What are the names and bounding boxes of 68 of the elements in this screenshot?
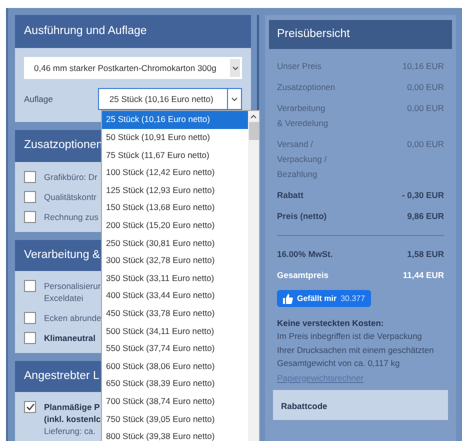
option-label: Grafikbüro: Dr [44, 170, 98, 182]
checkbox[interactable] [24, 332, 36, 344]
option-label: (inkl. kostenlc [44, 413, 101, 425]
dropdown-option[interactable]: 650 Stück (38,39 Euro netto) [102, 374, 248, 392]
info-title: Keine versteckten Kosten: [277, 317, 385, 330]
scrollbar-thumb[interactable] [248, 122, 258, 140]
price-value: 0,00 EUR [407, 102, 444, 116]
chevron-up-icon [250, 114, 257, 119]
dropdown-option[interactable]: 500 Stück (34,11 Euro netto) [102, 322, 248, 340]
price-value: 0,00 EUR [407, 81, 444, 94]
price-label: Gesamtpreis [277, 269, 328, 282]
price-label: Bezahlung [277, 168, 318, 182]
delivery-note: Lieferung: ca. [44, 425, 96, 437]
option-label: Ecken abrunde [44, 312, 102, 324]
checkbox[interactable] [24, 190, 36, 202]
checkbox[interactable] [24, 401, 36, 413]
dropdown-option[interactable]: 700 Stück (38,74 Euro netto) [102, 392, 248, 410]
checkbox[interactable] [24, 170, 36, 182]
section-header: Preisübersicht [269, 20, 452, 50]
option-label: Personalisierur [44, 280, 101, 292]
option-label: Qualitätskontr [44, 190, 96, 202]
price-value: - 0,30 EUR [402, 189, 444, 202]
option-label: Rechnung zus [44, 210, 98, 222]
price-value: 9,86 EUR [407, 210, 444, 224]
price-label: Rabatt [277, 189, 304, 202]
chevron-down-icon [231, 96, 238, 102]
price-value: 0,00 EUR [407, 138, 444, 152]
dropdown-option[interactable]: 50 Stück (10,91 Euro netto) [102, 128, 248, 146]
dropdown-option[interactable]: 125 Stück (12,93 Euro netto) [102, 181, 248, 199]
dropdown-option[interactable]: 750 Stück (39,05 Euro netto) [102, 410, 248, 428]
price-label: 16.00% MwSt. [277, 248, 333, 262]
price-label: Versand / [277, 138, 314, 152]
option-label: Klimaneutral [44, 332, 96, 344]
dropdown-option[interactable]: 100 Stück (12,42 Euro netto) [102, 164, 248, 182]
price-label: Verpackung / [277, 153, 327, 166]
dropdown-option[interactable]: 300 Stück (32,78 Euro netto) [102, 252, 248, 270]
thumbs-up-icon [283, 294, 293, 304]
dropdown-option[interactable]: 800 Stück (39,38 Euro netto) [102, 428, 248, 441]
like-button[interactable]: Gefällt mir 30.377 [277, 290, 372, 308]
chevron-down-icon [232, 66, 238, 71]
price-label: Zusatzoptionen [277, 81, 336, 94]
section-header: Ausführung und Auflage [15, 15, 251, 48]
price-value: 11,44 EUR [402, 269, 444, 282]
dropdown-option[interactable]: 450 Stück (33,78 Euro netto) [102, 304, 248, 322]
price-label: Unser Preis [277, 60, 322, 74]
dropdown-option[interactable]: 75 Stück (11,67 Euro netto) [102, 146, 248, 164]
quantity-label: Auflage [24, 92, 54, 106]
price-label: Preis (netto) [277, 210, 327, 224]
scrollbar[interactable] [248, 111, 259, 441]
dropdown-option[interactable]: 200 Stück (15,20 Euro netto) [102, 216, 248, 234]
option-label: Exceldatei [44, 292, 84, 304]
dropdown-option[interactable]: 400 Stück (33,44 Euro netto) [102, 286, 248, 305]
dropdown-option[interactable]: 550 Stück (37,74 Euro netto) [102, 340, 248, 358]
quantity-select[interactable]: 25 Stück (10,16 Euro netto) [98, 88, 242, 110]
price-label: & Veredelung [277, 117, 328, 130]
info-text: Im Preis inbegriffen ist die Verpackung Ihrer Drucksachen mit einem geschätzten Gesamtgewicht von ca. 0,117 kg [277, 330, 435, 370]
dropdown-option[interactable]: 150 Stück (13,68 Euro netto) [102, 198, 248, 217]
checkbox[interactable] [24, 210, 36, 222]
discount-title: Rabattcode [281, 400, 328, 410]
dropdown-option[interactable]: 350 Stück (33,11 Euro netto) [102, 269, 248, 287]
price-value: 1,58 EUR [407, 248, 444, 262]
dropdown-option[interactable]: 25 Stück (10,16 Euro netto) [102, 111, 248, 129]
price-label: Verarbeitung [277, 102, 326, 116]
material-select[interactable]: 0,46 mm starker Postkarten-Chromokarton 300g [24, 57, 242, 80]
checkbox[interactable] [24, 312, 36, 324]
checkbox[interactable] [24, 280, 36, 292]
option-label: Planmäßige P [44, 401, 101, 413]
price-value: 10,16 EUR [402, 60, 444, 74]
